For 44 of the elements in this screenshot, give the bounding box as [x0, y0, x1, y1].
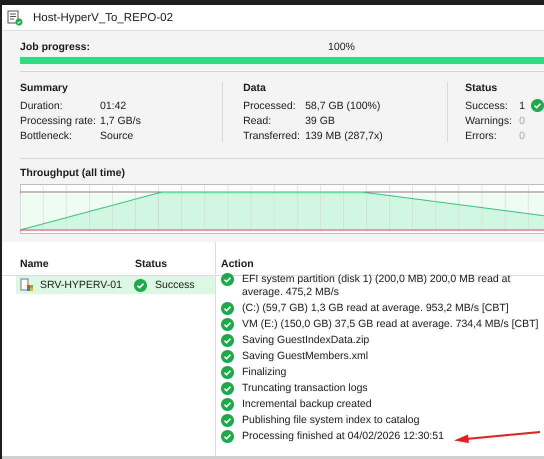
stat-label: Processing rate: — [20, 114, 97, 126]
log-entry: Processing finished at 04/02/2026 12:30:51 — [242, 430, 444, 442]
window-title: Host-HyperV_To_REPO-02 — [33, 12, 173, 24]
stat-value: 0 — [519, 130, 525, 142]
stat-label: Success: — [465, 100, 509, 112]
stat-value: 1,7 GB/s — [100, 114, 141, 126]
log-entry: Saving GuestIndexData.zip — [242, 334, 370, 346]
progress-percent: 100% — [328, 41, 355, 53]
log-entry: VM (E:) (150,0 GB) 37,5 GB read at average. 734,4 MB/s [CBT] — [242, 318, 538, 330]
vm-icon — [20, 278, 34, 292]
vm-row[interactable]: SRV-HYPERV-01 Success — [16, 276, 215, 294]
log-entry: Finalizing — [242, 366, 286, 378]
stat-label: Processed: — [243, 100, 297, 112]
stat-value: 139 MB (287,7x) — [305, 130, 383, 142]
log-entry: Saving GuestMembers.xml — [242, 350, 368, 362]
section-title: Summary — [20, 82, 69, 94]
log-entry: Incremental backup created — [242, 398, 372, 410]
stat-label: Read: — [243, 114, 272, 126]
section-title: Data — [243, 82, 267, 94]
stat-label: Transferred: — [243, 130, 301, 142]
stat-value: 39 GB — [305, 114, 335, 126]
log-entry: Publishing file system index to catalog — [242, 414, 420, 426]
stat-value: 01:42 — [100, 100, 126, 112]
stat-label: Duration: — [20, 100, 64, 112]
vm-status: Success — [155, 279, 195, 291]
chart-title: Throughput (all time) — [20, 167, 126, 179]
log-entry: EFI system partition (disk 1) (200,0 MB) 200,0 MB read at average. 475,2 MB/s — [242, 272, 512, 298]
stat-value: 1 — [519, 100, 525, 112]
log-entry: Truncating transaction logs — [242, 382, 368, 394]
stat-value: 0 — [519, 114, 525, 126]
column-header[interactable]: Status — [135, 258, 215, 270]
stat-label: Bottleneck: — [20, 130, 73, 142]
log-entry: (C:) (59,7 GB) 1,3 GB read at average. 953,2 MB/s [CBT] — [242, 302, 509, 314]
section-title: Status — [465, 82, 498, 94]
column-header[interactable]: Action — [221, 258, 254, 270]
column-header[interactable]: Name — [2, 258, 135, 270]
vm-name: SRV-HYPERV-01 — [40, 279, 122, 291]
progress-label: Job progress: — [20, 41, 90, 53]
job-report-icon — [7, 10, 23, 26]
stat-value: 58,7 GB (100%) — [305, 100, 380, 112]
stat-label: Warnings: — [465, 114, 514, 126]
stat-value: Source — [100, 130, 134, 142]
stat-label: Errors: — [465, 130, 498, 142]
success-icon — [134, 278, 147, 292]
